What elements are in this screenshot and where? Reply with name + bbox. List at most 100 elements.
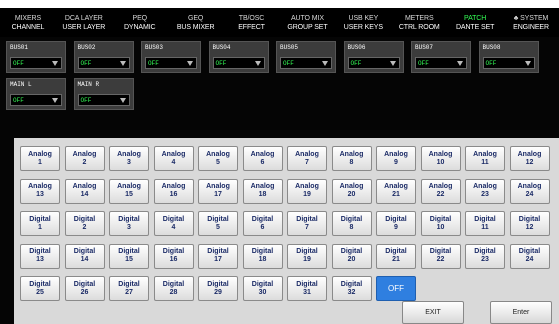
- source-button-analog-15[interactable]: Analog 15: [109, 178, 149, 204]
- bus-source-dropdown[interactable]: OFF: [212, 57, 265, 69]
- source-button-digital-6[interactable]: Digital 6: [242, 211, 283, 236]
- source-button-analog-17[interactable]: Analog 17: [198, 178, 238, 204]
- source-button-digital-9[interactable]: Digital 9: [376, 211, 416, 236]
- source-button-digital-26[interactable]: Digital 26: [64, 276, 105, 301]
- bus-source-dropdown[interactable]: OFF: [10, 57, 62, 69]
- tab-tb-osc[interactable]: TB/OSC EFFECT: [224, 8, 280, 37]
- tab-sublabel: ENGINEER: [513, 23, 549, 31]
- source-number: 12: [525, 158, 534, 166]
- source-button-analog-12[interactable]: Analog 12: [509, 146, 550, 171]
- bus-source-dropdown[interactable]: OFF: [10, 94, 62, 106]
- tab-label: PEQ: [132, 14, 148, 22]
- bus-source-dropdown[interactable]: OFF: [415, 57, 467, 69]
- source-button-analog-10[interactable]: Analog 10: [420, 146, 461, 171]
- source-button-digital-2[interactable]: Digital 2: [64, 211, 105, 236]
- source-button-digital-16[interactable]: Digital 16: [153, 243, 194, 269]
- source-button-analog-4[interactable]: Analog 4: [153, 146, 194, 171]
- tab-label: METERS: [404, 14, 434, 22]
- tab-peq[interactable]: PEQ DYNAMIC: [112, 8, 168, 37]
- tab-label: DCA LAYER: [64, 14, 103, 22]
- source-number: 10: [436, 158, 445, 166]
- tab-usb-key[interactable]: USB KEY USER KEYS: [335, 8, 391, 37]
- source-button-digital-3[interactable]: Digital 3: [109, 211, 149, 236]
- tab-auto-mix[interactable]: AUTO MIX GROUP SET: [280, 8, 336, 37]
- tab-geq[interactable]: GEQ BUS MIXER: [168, 8, 224, 37]
- source-button-analog-9[interactable]: Analog 9: [376, 146, 416, 171]
- source-button-digital-30[interactable]: Digital 30: [242, 276, 283, 301]
- source-button-digital-1[interactable]: Digital 1: [20, 211, 60, 236]
- source-button-digital-22[interactable]: Digital 22: [420, 243, 461, 269]
- source-type-label: Analog: [295, 150, 319, 158]
- source-button-digital-5[interactable]: Digital 5: [198, 211, 238, 236]
- source-number: 10: [436, 223, 445, 231]
- source-button-digital-28[interactable]: Digital 28: [153, 276, 194, 301]
- source-button-digital-4[interactable]: Digital 4: [153, 211, 194, 236]
- tab-meters[interactable]: METERS CTRL ROOM: [391, 8, 447, 37]
- source-button-digital-21[interactable]: Digital 21: [376, 243, 416, 269]
- source-button-analog-19[interactable]: Analog 19: [287, 178, 327, 204]
- source-number: 22: [436, 191, 445, 198]
- source-button-analog-16[interactable]: Analog 16: [153, 178, 194, 204]
- tab-sublabel: DANTE SET: [455, 23, 495, 31]
- source-button-analog-21[interactable]: Analog 21: [376, 178, 416, 204]
- source-type-label: Digital: [385, 248, 407, 255]
- source-button-digital-27[interactable]: Digital 27: [109, 276, 149, 301]
- enter-button[interactable]: Enter: [490, 301, 552, 324]
- source-button-digital-29[interactable]: Digital 29: [198, 276, 238, 301]
- source-button-digital-11[interactable]: Digital 11: [465, 211, 505, 236]
- bus-source-dropdown[interactable]: OFF: [77, 94, 130, 106]
- source-button-digital-24[interactable]: Digital 24: [509, 243, 550, 269]
- tab-label: GEQ: [188, 14, 204, 22]
- bus-source-dropdown[interactable]: OFF: [347, 57, 400, 69]
- source-button-digital-8[interactable]: Digital 8: [331, 211, 372, 236]
- source-off-button[interactable]: OFF: [376, 276, 416, 301]
- tab-label-group: TB/OSC EFFECT: [224, 8, 280, 37]
- bus-source-dropdown[interactable]: OFF: [482, 57, 535, 69]
- source-button-analog-18[interactable]: Analog 18: [242, 178, 283, 204]
- source-type-label: Analog: [72, 183, 97, 190]
- source-button-analog-8[interactable]: Analog 8: [331, 146, 372, 171]
- source-button-analog-5[interactable]: Analog 5: [198, 146, 238, 171]
- source-button-digital-31[interactable]: Digital 31: [287, 276, 327, 301]
- source-button-digital-19[interactable]: Digital 19: [287, 243, 327, 269]
- source-button-digital-25[interactable]: Digital 25: [20, 276, 60, 301]
- source-number: 30: [258, 288, 267, 296]
- source-button-digital-18[interactable]: Digital 18: [242, 243, 283, 269]
- tab-patch[interactable]: PATCH DANTE SET: [447, 8, 503, 37]
- source-button-digital-10[interactable]: Digital 10: [420, 211, 461, 236]
- bus-source-value: OFF: [283, 60, 294, 67]
- source-button-digital-14[interactable]: Digital 14: [64, 243, 105, 269]
- source-button-digital-7[interactable]: Digital 7: [287, 211, 327, 236]
- source-button-analog-23[interactable]: Analog 23: [465, 178, 505, 204]
- bus-source-dropdown[interactable]: OFF: [280, 57, 332, 69]
- tab-mixers[interactable]: MIXERS CHANNEL: [0, 8, 56, 37]
- source-button-analog-20[interactable]: Analog 20: [331, 178, 372, 204]
- source-button-analog-13[interactable]: Analog 13: [20, 178, 60, 204]
- source-button-analog-22[interactable]: Analog 22: [420, 178, 461, 204]
- source-button-digital-32[interactable]: Digital 32: [331, 276, 372, 301]
- source-button-analog-11[interactable]: Analog 11: [465, 146, 505, 171]
- source-button-analog-6[interactable]: Analog 6: [242, 146, 283, 171]
- exit-button[interactable]: EXIT: [402, 301, 464, 324]
- source-type-label: Digital: [518, 215, 541, 223]
- enter-label: Enter: [512, 309, 530, 316]
- source-button-analog-14[interactable]: Analog 14: [64, 178, 105, 204]
- tab-dca-layer[interactable]: DCA LAYER USER LAYER: [56, 8, 112, 37]
- bus-source-dropdown[interactable]: OFF: [145, 57, 197, 69]
- source-button-digital-23[interactable]: Digital 23: [465, 243, 505, 269]
- source-button-digital-20[interactable]: Digital 20: [331, 243, 372, 269]
- tab-system[interactable]: ♣ SYSTEM ENGINEER: [503, 8, 559, 37]
- tab-label: MIXERS: [14, 14, 42, 22]
- bus-source-dropdown[interactable]: OFF: [77, 57, 130, 69]
- source-button-digital-12[interactable]: Digital 12: [509, 211, 550, 236]
- source-button-digital-13[interactable]: Digital 13: [20, 243, 60, 269]
- source-button-analog-2[interactable]: Analog 2: [64, 146, 105, 171]
- source-type-label: Analog: [161, 183, 186, 190]
- source-button-digital-17[interactable]: Digital 17: [198, 243, 238, 269]
- source-button-analog-1[interactable]: Analog 1: [20, 146, 60, 171]
- source-button-analog-7[interactable]: Analog 7: [287, 146, 327, 171]
- source-number: 3: [127, 158, 131, 166]
- source-button-analog-3[interactable]: Analog 3: [109, 146, 149, 171]
- source-button-digital-15[interactable]: Digital 15: [109, 243, 149, 269]
- source-button-analog-24[interactable]: Analog 24: [509, 178, 550, 204]
